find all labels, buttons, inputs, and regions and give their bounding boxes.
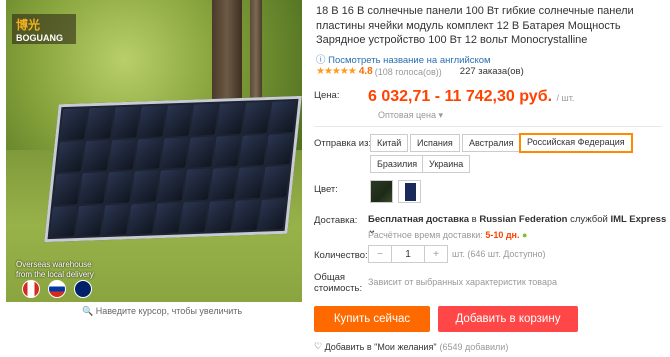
quantity-available: шт. (646 шт. Доступно) [452,249,546,259]
translate-icon: ⓘ [316,55,326,66]
tree-trunk [212,0,242,110]
warehouse-caption: Overseas warehouse from the local delive… [16,260,94,279]
canada-flag-icon [22,280,40,298]
ship-from-option-china[interactable]: Китай [370,134,409,152]
translate-title-link[interactable]: ⓘ Посмотреть название на английском [316,52,491,66]
country-flags [22,280,92,298]
brand-logo: 博光 BOGUANG [12,14,76,44]
divider [314,126,662,127]
total-label: Общая стоимость: [314,272,363,294]
australia-flag-icon [74,280,92,298]
ship-from-label: Отправка из: [314,138,372,149]
ship-from-option-australia[interactable]: Австралия [462,134,521,152]
rating-row: ★★★★★ 4.8 (108 голоса(ов)) 227 заказа(ов… [316,66,524,77]
ship-from-option-russia[interactable]: Российская Федерация [519,133,633,153]
solar-panel-illustration [44,95,302,243]
add-to-cart-button[interactable]: Добавить в корзину [438,306,578,332]
price-value: 6 032,71 - 11 742,30 руб. / шт. [368,88,575,105]
total-note: Зависит от выбранных характеристик товар… [368,277,557,287]
ship-from-option-brazil[interactable]: Бразилия [370,155,425,173]
rating-stars-icon: ★★★★★ [316,66,357,77]
tree-trunk-small [250,0,262,100]
ship-from-option-spain[interactable]: Испания [410,134,460,152]
product-image[interactable]: 博光 BOGUANG Overseas warehouse from the l… [6,0,302,302]
help-icon[interactable]: ● [522,230,527,240]
color-label: Цвет: [314,184,338,195]
ship-from-option-ukraine[interactable]: Украина [422,155,471,173]
delivery-label: Доставка: [314,215,358,226]
heart-icon: ♡ [314,341,325,351]
rating-score: 4.8 [358,66,373,77]
russia-flag-icon [48,280,66,298]
quantity-label: Количество: [314,250,368,261]
quantity-decrease-button[interactable]: − [369,246,391,262]
buy-now-button[interactable]: Купить сейчас [314,306,430,332]
color-swatch-panel-blue[interactable] [398,180,421,203]
price-label: Цена: [314,90,340,101]
delivery-estimate: Расчётное время доставки: 5-10 дн. ● [368,230,528,240]
product-title: 18 В 16 В солнечные панели 100 Вт гибкие… [316,5,634,46]
quantity-stepper: − 1 + [368,245,448,263]
wholesale-price-dropdown[interactable]: Оптовая цена ▾ [378,110,443,121]
orders-count: 227 заказа(ов) [459,66,524,77]
quantity-increase-button[interactable]: + [425,246,447,262]
wishlist-link[interactable]: ♡ Добавить в "Мои желания" (6549 добавил… [314,341,508,352]
quantity-input[interactable]: 1 [391,246,425,262]
zoom-hint: 🔍 Наведите курсор, чтобы увеличить [82,306,243,316]
rating-votes-link[interactable]: (108 голоса(ов)) [375,67,442,77]
magnifier-icon: 🔍 [82,306,94,316]
color-swatch-panel[interactable] [370,180,393,203]
